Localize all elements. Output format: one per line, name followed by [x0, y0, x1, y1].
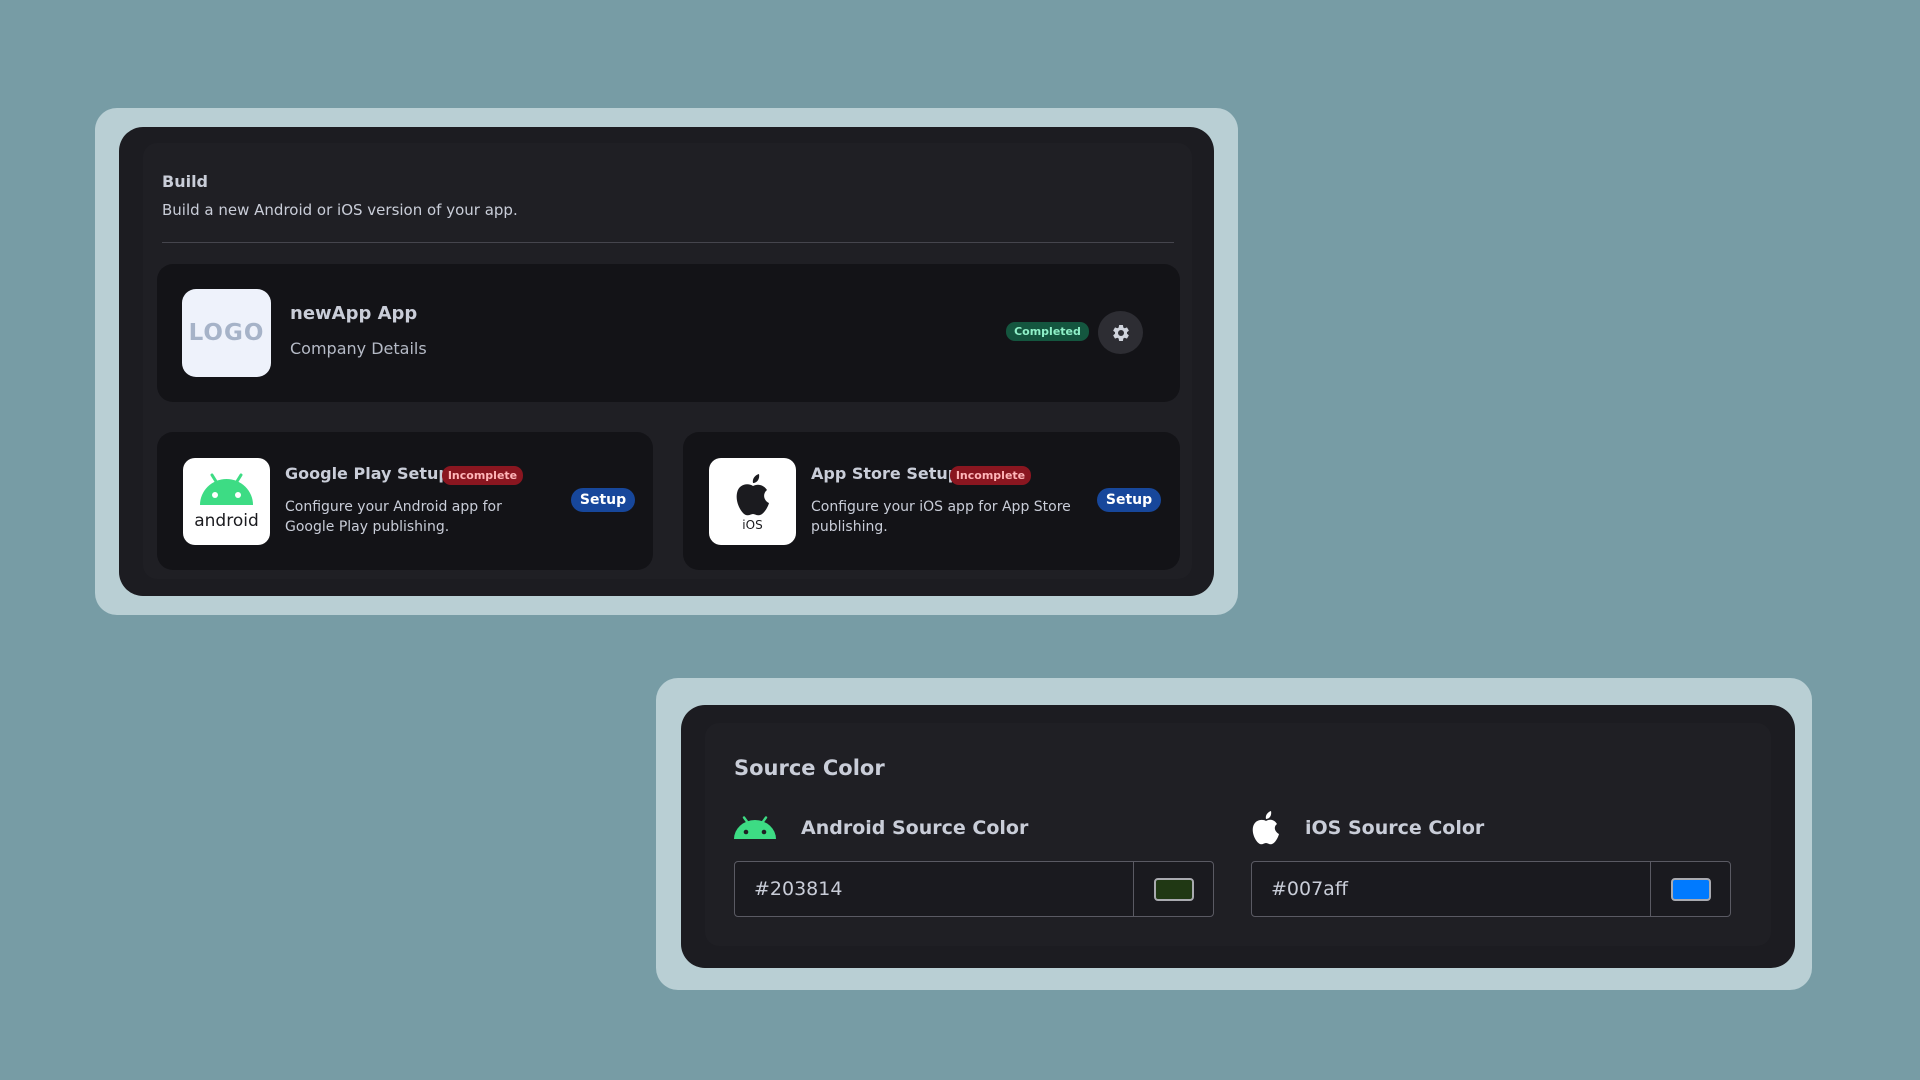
build-subtitle: Build a new Android or iOS version of yo… [162, 201, 518, 219]
company-logo: LOGO [182, 289, 271, 377]
app-store-title: App Store Setup [811, 464, 960, 483]
company-settings-button[interactable] [1098, 311, 1143, 354]
app-store-description: Configure your iOS app for App Store pub… [811, 499, 1071, 535]
android-color-picker-button[interactable] [1133, 862, 1213, 916]
google-play-title: Google Play Setup [285, 464, 450, 483]
apple-icon [1252, 811, 1279, 845]
android-color-field [734, 861, 1214, 917]
android-app-icon: android [183, 458, 270, 545]
source-color-title: Source Color [734, 756, 885, 780]
android-color-swatch [1153, 877, 1194, 901]
app-store-setup-button[interactable]: Setup [1097, 488, 1161, 512]
apple-icon [736, 474, 769, 516]
ios-color-input[interactable] [1252, 862, 1650, 916]
android-icon [200, 473, 253, 505]
build-title: Build [162, 172, 209, 191]
google-play-status-badge: Incomplete [442, 466, 523, 485]
google-play-setup-button[interactable]: Setup [571, 488, 635, 512]
divider [162, 242, 1174, 243]
gear-icon [1112, 324, 1129, 341]
android-color-input[interactable] [735, 862, 1133, 916]
ios-app-icon: iOS [709, 458, 796, 545]
ios-color-field [1251, 861, 1731, 917]
ios-color-swatch [1670, 877, 1711, 901]
android-icon-caption: android [194, 511, 259, 531]
completed-status-badge: Completed [1006, 322, 1089, 341]
google-play-description: Configure your Android app for Google Pl… [285, 499, 502, 535]
company-name: newApp App [290, 303, 418, 324]
ios-source-color-label: iOS Source Color [1305, 817, 1485, 839]
ios-color-picker-button[interactable] [1650, 862, 1730, 916]
ios-icon-caption: iOS [742, 518, 763, 532]
android-icon [734, 816, 776, 839]
company-details-label: Company Details [290, 339, 427, 358]
app-store-status-badge: Incomplete [950, 466, 1031, 485]
android-source-color-label: Android Source Color [801, 817, 1029, 839]
